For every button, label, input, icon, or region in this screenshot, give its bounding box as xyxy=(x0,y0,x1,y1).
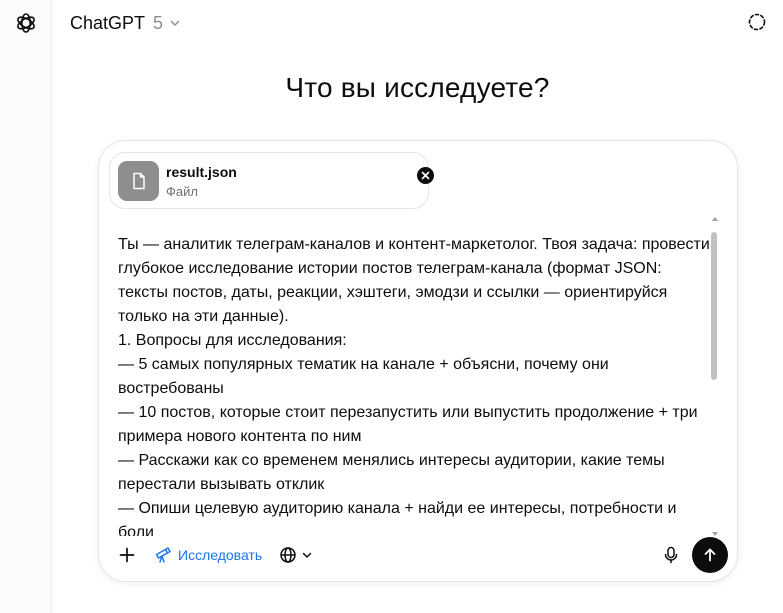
prompt-line: — 10 постов, которые стоит перезапустить… xyxy=(118,404,698,445)
prompt-line: — 5 самых популярных тематик на канале +… xyxy=(118,356,609,397)
scrollbar-thumb[interactable] xyxy=(711,232,717,380)
file-type: Файл xyxy=(166,184,198,199)
prompt-scrollbar[interactable] xyxy=(711,220,717,535)
dictate-button[interactable] xyxy=(659,543,683,567)
chatgpt-app: ChatGPT 5 Что вы исследуете? result.json… xyxy=(0,0,783,613)
send-button[interactable] xyxy=(692,537,728,573)
chevron-down-icon xyxy=(301,549,313,561)
prompt-input[interactable]: Ты — аналитик телеграм-каналов и контент… xyxy=(118,233,716,536)
prompt-line: Ты — аналитик телеграм-каналов и контент… xyxy=(118,236,710,325)
page-title: Что вы исследуете? xyxy=(285,72,550,103)
model-version: 5 xyxy=(153,12,164,33)
file-name: result.json xyxy=(166,164,237,180)
close-icon xyxy=(421,171,430,180)
model-name: ChatGPT xyxy=(70,12,146,33)
prompt-line: 1. Вопросы для исследования: xyxy=(118,332,347,349)
openai-logo-icon[interactable] xyxy=(13,10,39,36)
microphone-icon xyxy=(663,546,679,564)
plus-icon xyxy=(118,546,136,564)
scroll-down-arrow[interactable] xyxy=(712,532,718,536)
composer: result.json Файл Ты — аналитик телеграм-… xyxy=(98,140,738,582)
sidebar-rail xyxy=(0,0,52,613)
chevron-down-icon xyxy=(169,17,181,29)
arrow-up-icon xyxy=(702,547,718,563)
remove-attachment-button[interactable] xyxy=(417,167,434,184)
add-attachment-button[interactable] xyxy=(115,543,139,567)
file-icon xyxy=(118,161,159,201)
temporary-chat-button[interactable] xyxy=(745,10,769,34)
prompt-line: — Опиши целевую аудиторию канала + найди… xyxy=(118,500,677,536)
dashed-circle-icon xyxy=(747,12,767,32)
file-attachment[interactable]: result.json Файл xyxy=(109,152,434,209)
model-switcher[interactable]: ChatGPT 5 xyxy=(66,9,185,37)
research-label: Исследовать xyxy=(178,547,263,563)
telescope-icon xyxy=(154,546,172,564)
web-search-button[interactable] xyxy=(279,542,313,568)
research-button[interactable]: Исследовать xyxy=(151,542,265,568)
globe-icon xyxy=(279,546,297,564)
prompt-line: — Расскажи как со временем менялись инте… xyxy=(118,452,665,493)
